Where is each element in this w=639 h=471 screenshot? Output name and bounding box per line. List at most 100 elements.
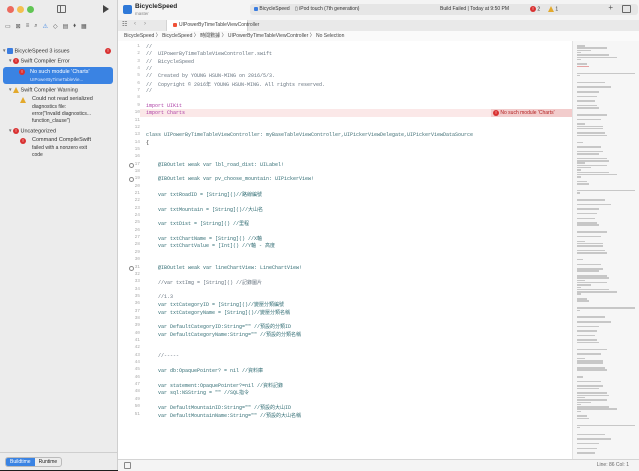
add-icon[interactable]: + [608, 3, 613, 12]
back-icon[interactable]: ‹ [134, 21, 136, 27]
code-line[interactable]: var txtChartName = [String]() //X軸 [146, 235, 262, 242]
tab-uipowerbytimetableviewcontroller[interactable]: UIPowerByTimeTableViewController [166, 20, 259, 31]
minimap-line [577, 91, 599, 93]
device-selector[interactable]: ▯ iPod touch (7th generation) [295, 6, 359, 12]
code-line[interactable]: var db:OpaquePointer? = nil //資料庫 [146, 367, 263, 374]
symbol-icon[interactable]: ≡ [26, 23, 30, 29]
inline-error-banner[interactable]: ! No such module 'Charts' [491, 109, 572, 118]
runtime-button[interactable]: Runtime [35, 458, 62, 466]
tree-item-no-such-module[interactable]: ! No such module 'Charts' UIPowerByTimeT… [3, 67, 113, 84]
close-window-button[interactable] [7, 6, 14, 13]
sidebar-toggle-icon[interactable] [57, 5, 66, 13]
code-line[interactable]: var txtChartValue = [Int]() //Y軸 - 高度 [146, 242, 275, 249]
warning-icon [20, 97, 26, 103]
code-line[interactable]: var txtMountain = [String]()//大山名 [146, 206, 263, 213]
run-icon[interactable] [103, 5, 109, 13]
line-number: 38 [134, 315, 140, 321]
test-icon[interactable]: ◇ [53, 23, 58, 30]
line-number: 2 [137, 51, 140, 57]
buildtime-runtime-toggle[interactable]: Buildtime Runtime [5, 457, 63, 467]
forward-icon[interactable]: › [144, 21, 146, 27]
zoom-window-button[interactable] [27, 6, 34, 13]
tree-item-swift-compiler-error[interactable]: ▼! Swift Compiler Error [0, 58, 117, 64]
minimap-line [577, 203, 611, 206]
code-line[interactable]: //var txtImg = [String]() //記錄圖片 [146, 279, 262, 286]
code-line[interactable]: var sql:NSString = "" //SQL指令 [146, 389, 249, 396]
code-line[interactable]: //----- [146, 353, 179, 359]
minimap-line [577, 410, 581, 413]
code-line[interactable]: import Charts [146, 110, 185, 116]
report-icon[interactable]: ▦ [81, 23, 87, 30]
minimap-line [577, 162, 585, 164]
issue-navigator-icon[interactable]: ⚠ [43, 23, 48, 30]
code-line[interactable]: var DefaultCategoryID:String="" //預設的分類I… [146, 323, 291, 330]
minimap-line [577, 86, 611, 88]
line-number: 49 [134, 396, 140, 402]
scheme-selector[interactable]: BicycleSpeed [254, 6, 290, 12]
folder-icon[interactable]: ▭ [5, 23, 11, 30]
line-number: 21 [134, 191, 140, 196]
warning-count[interactable]: 1 [548, 6, 558, 12]
code-line[interactable]: var statement:OpaquePointer?=nil //資料記錄 [146, 382, 283, 389]
code-line[interactable]: @IBOutlet weak var pv_choose_mountain: U… [146, 176, 314, 182]
tree-item-command-compileswift[interactable]: ! Command CompileSwift failed with a non… [0, 137, 117, 163]
line-number: 16 [134, 154, 140, 160]
breakpoint-icon[interactable]: ⬧ [73, 23, 76, 30]
issue-title: Could not read serialized [32, 96, 93, 102]
minimap-line [577, 100, 595, 102]
code-line[interactable]: // Created by YOUNG HSUN-MING on 2016/5/… [146, 73, 275, 79]
code-line[interactable]: var DefaultCategoryName:String="" //預設的分… [146, 331, 301, 338]
tree-item-label: BicycleSpeed 3 issues [14, 48, 70, 55]
code-line[interactable]: // Copyright © 2016年 YOUNG HSUN-MING. Al… [146, 81, 325, 88]
tree-item-could-not-read[interactable]: Could not read serialized diagnostics fi… [0, 96, 117, 128]
branch-name[interactable]: master [135, 11, 149, 16]
debug-area-toggle-icon[interactable] [124, 462, 131, 469]
source-editor[interactable]: 1 // 2 // UIPowerByTimeTableViewController.… [118, 41, 572, 459]
minimap-line [577, 293, 581, 295]
code-line[interactable]: var txtRoadID = [String]()//路線編號 [146, 191, 262, 198]
editor-options-icon[interactable]: ☷ [122, 21, 127, 28]
code-line[interactable]: var DefaultMountainName:String="" //預設的大… [146, 412, 301, 419]
minimize-window-button[interactable] [17, 6, 24, 13]
scheme-icon [254, 6, 258, 11]
code-line[interactable]: var txtDist = [String]() //里程 [146, 220, 249, 227]
error-count[interactable]: ! 2 [530, 6, 540, 12]
line-number: 13 [134, 132, 140, 138]
code-line[interactable]: var txtCategoryName = [String]()//變壓分類名稱 [146, 309, 290, 316]
code-line[interactable]: { [146, 140, 149, 146]
source-control-icon[interactable]: ⊠ [16, 23, 21, 30]
minimap-line [577, 307, 635, 309]
code-line[interactable]: var txtCategoryID = [String]()//變壓分類編號 [146, 301, 284, 308]
outlet-connection-icon[interactable] [129, 265, 134, 271]
tree-item-uncategorized[interactable]: ▼! Uncategorized [0, 128, 117, 134]
code-line[interactable]: // [146, 44, 152, 50]
inspector-toggle-icon[interactable] [622, 5, 631, 13]
code-line[interactable]: @IBOutlet weak var lineChartView: LineCh… [146, 265, 302, 271]
buildtime-button[interactable]: Buildtime [6, 458, 35, 466]
code-line[interactable]: import UIKit [146, 103, 182, 109]
error-count-label: 2 [537, 6, 541, 13]
debug-icon[interactable]: ▤ [63, 23, 69, 30]
code-line[interactable]: @IBOutlet weak var lbl_road_dist: UILabe… [146, 162, 284, 168]
code-line[interactable]: //1.3 [146, 294, 173, 300]
jump-bar-path[interactable]: BicycleSpeed 〉 BicycleSpeed 〉 時間數據 〉 UIP… [124, 33, 344, 39]
issue-detail: function_clause") [32, 118, 71, 124]
minimap-line [577, 376, 583, 378]
outlet-connection-icon[interactable] [129, 162, 134, 168]
minimap[interactable] [572, 41, 639, 459]
code-line[interactable]: class UIPowerByTimeTableViewController: … [146, 132, 473, 138]
minimap-line [577, 153, 599, 155]
code-line[interactable]: // UIPowerByTimeTableViewController.swif… [146, 51, 272, 57]
minimap-line [577, 81, 605, 84]
search-icon[interactable]: ⌕ [34, 23, 37, 30]
outlet-connection-icon[interactable] [129, 177, 134, 183]
code-line[interactable]: // [146, 66, 152, 72]
issue-detail: error("Invalid diagnostics... [32, 111, 92, 117]
line-number: 29 [134, 249, 140, 255]
code-line[interactable]: var DefaultMountainID:String="" //預設的大山I… [146, 404, 291, 411]
tree-item-project[interactable]: ▼ BicycleSpeed 3 issues ! [0, 48, 117, 54]
code-line[interactable]: // [146, 88, 152, 94]
minimap-line [577, 56, 617, 58]
tree-item-swift-compiler-warning[interactable]: ▼ Swift Compiler Warning [0, 87, 117, 93]
code-line[interactable]: // BicycleSpeed [146, 59, 194, 65]
